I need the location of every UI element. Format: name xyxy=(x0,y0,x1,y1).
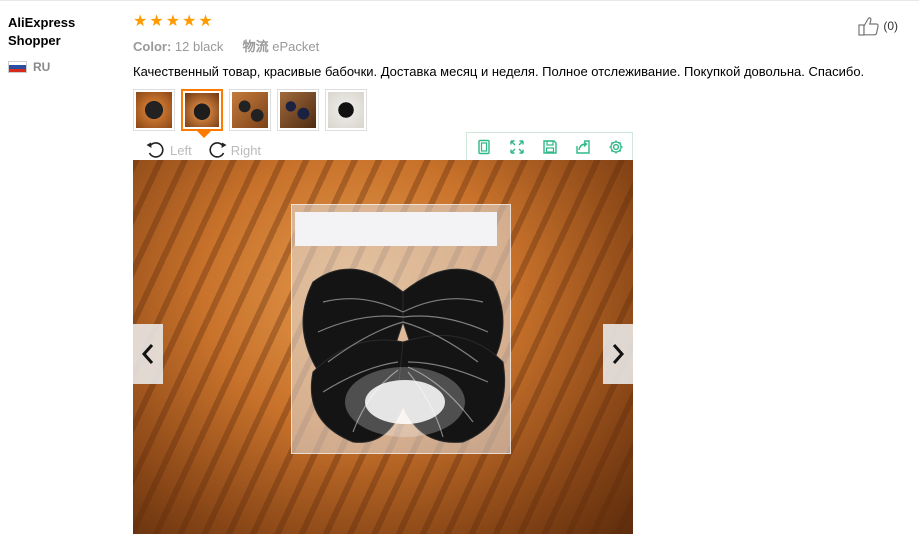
share-button[interactable] xyxy=(566,133,599,161)
color-value: 12 black xyxy=(174,39,224,54)
rotate-right-button[interactable]: Right xyxy=(206,140,261,160)
rotate-controls: Left Right xyxy=(145,140,261,160)
rotate-left-label: Left xyxy=(170,142,192,158)
share-icon xyxy=(575,140,590,154)
review-photo xyxy=(133,160,633,534)
portrait-button[interactable] xyxy=(467,133,500,161)
photo-thumbnail[interactable] xyxy=(133,89,175,131)
order-meta: Color: 12 black 物流 ePacket xyxy=(133,36,913,55)
country-code: RU xyxy=(33,60,51,74)
star-icon: ★ xyxy=(149,13,164,30)
previous-photo-button[interactable] xyxy=(133,324,163,384)
save-icon xyxy=(542,140,557,154)
photo-thumbnail[interactable] xyxy=(325,89,367,131)
shipping-label: 物流 xyxy=(242,39,269,54)
photo-thumbnail[interactable] xyxy=(229,89,271,131)
rotate-right-label: Right xyxy=(230,142,262,158)
fullscreen-button[interactable] xyxy=(500,133,533,161)
star-rating: ★ ★ ★ ★ ★ xyxy=(133,14,913,30)
photo-thumbnail-active[interactable] xyxy=(181,89,223,138)
helpful-button[interactable]: (0) xyxy=(858,16,898,36)
rotate-left-icon xyxy=(146,142,164,158)
butterfly-decal-image xyxy=(302,268,506,443)
chevron-left-icon xyxy=(141,344,154,364)
settings-icon xyxy=(609,140,622,154)
top-divider xyxy=(0,0,919,1)
fullscreen-icon xyxy=(509,140,524,154)
shipping-value: ePacket xyxy=(272,39,320,54)
save-button[interactable] xyxy=(533,133,566,161)
reviewer-country: RU xyxy=(8,60,123,74)
star-icon: ★ xyxy=(182,13,197,30)
helpful-count: (0) xyxy=(883,19,898,33)
rotate-left-button[interactable]: Left xyxy=(145,140,192,160)
photo-viewer: Left Right xyxy=(133,132,633,536)
review-text: Качественный товар, красивые бабочки. До… xyxy=(133,64,865,79)
russia-flag-icon xyxy=(8,61,27,73)
star-icon: ★ xyxy=(133,13,148,30)
star-icon: ★ xyxy=(165,13,181,30)
next-photo-button[interactable] xyxy=(603,324,633,384)
star-icon: ★ xyxy=(198,13,213,30)
thumbs-up-icon xyxy=(858,17,880,36)
reviewer-name: AliExpress Shopper xyxy=(8,15,76,48)
photo-thumbnails xyxy=(133,89,367,138)
bag-seal-strip xyxy=(295,212,497,246)
review-body: ★ ★ ★ ★ ★ Color: 12 black 物流 ePacket Кач… xyxy=(133,14,913,81)
rotate-right-icon xyxy=(209,142,227,158)
reviewer-info: AliExpress Shopper RU xyxy=(8,14,123,74)
photo-thumbnail[interactable] xyxy=(277,89,319,131)
chevron-right-icon xyxy=(612,344,625,364)
settings-button[interactable] xyxy=(599,133,632,161)
portrait-icon xyxy=(477,139,490,155)
viewer-toolbar xyxy=(466,132,633,162)
color-label: Color: xyxy=(133,39,172,54)
